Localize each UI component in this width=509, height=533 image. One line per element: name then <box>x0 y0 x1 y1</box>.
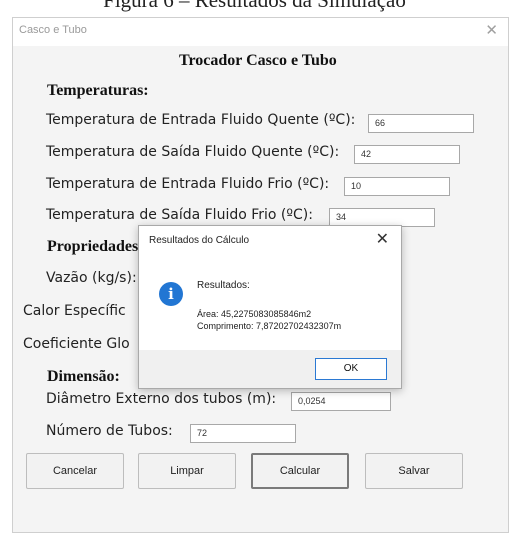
save-button[interactable]: Salvar <box>365 453 463 489</box>
form-heading: Trocador Casco e Tubo <box>179 52 337 69</box>
results-dialog: Resultados do Cálculo ✕ i Resultados: Ár… <box>138 225 402 389</box>
window-titlebar: Casco e Tubo ✕ <box>13 18 508 46</box>
t-in-cold-input[interactable]: 10 <box>344 177 450 196</box>
cancel-button[interactable]: Cancelar <box>26 453 124 489</box>
result-length: Comprimento: 7,87202702432307m <box>197 321 342 331</box>
vazao-label: Vazão (kg/s): <box>46 270 137 286</box>
results-heading: Resultados: <box>197 280 250 291</box>
window-title: Casco e Tubo <box>19 24 87 36</box>
section-dimensao: Dimensão: <box>47 368 120 385</box>
dialog-footer: OK <box>139 350 401 388</box>
t-in-cold-label: Temperatura de Entrada Fluido Frio (ºC): <box>46 176 330 192</box>
t-in-hot-label: Temperatura de Entrada Fluido Quente (ºC… <box>46 112 356 128</box>
diametro-label: Diâmetro Externo dos tubos (m): <box>46 391 277 407</box>
calculate-button[interactable]: Calcular <box>251 453 349 489</box>
figure-caption: Figura 6 – Resultados da Simulação <box>103 0 406 12</box>
t-in-hot-input[interactable]: 66 <box>368 114 474 133</box>
result-area: Área: 45,2275083085846m2 <box>197 309 312 319</box>
dialog-close-icon[interactable]: ✕ <box>376 229 389 248</box>
t-out-hot-label: Temperatura de Saída Fluido Quente (ºC): <box>46 144 340 160</box>
dialog-title: Resultados do Cálculo <box>149 235 250 246</box>
clear-button[interactable]: Limpar <box>138 453 236 489</box>
section-propriedades: Propriedades <box>47 238 139 255</box>
diametro-input[interactable]: 0,0254 <box>291 392 391 411</box>
section-temperaturas: Temperaturas: <box>47 82 149 99</box>
coeficiente-global-label: Coeficiente Glo <box>23 336 130 352</box>
t-out-hot-input[interactable]: 42 <box>354 145 460 164</box>
t-out-cold-label: Temperatura de Saída Fluido Frio (ºC): <box>46 207 313 223</box>
ok-button[interactable]: OK <box>315 358 387 380</box>
num-tubos-label: Número de Tubos: <box>46 423 173 439</box>
calor-especifico-label: Calor Específic <box>23 303 126 319</box>
num-tubos-input[interactable]: 72 <box>190 424 296 443</box>
info-icon: i <box>159 282 183 306</box>
window-close-icon[interactable]: ✕ <box>485 21 498 39</box>
